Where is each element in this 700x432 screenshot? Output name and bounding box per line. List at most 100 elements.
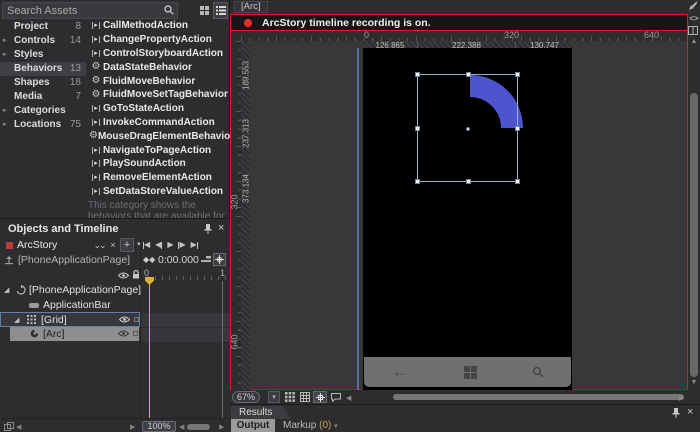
asset-category-shapes[interactable]: Shapes18 [0, 76, 86, 90]
chevron-down-icon[interactable]: ▾ [334, 423, 338, 430]
show-grid-icon[interactable] [283, 391, 297, 403]
storyboard-mode-icon[interactable] [4, 422, 15, 431]
keyframe-box-icon[interactable] [133, 331, 138, 336]
asset-item-datastatebehavior[interactable]: ⚙DataStateBehavior [86, 60, 230, 74]
asset-item-navigatetopageaction[interactable]: ▸NavigateToPageAction [86, 143, 230, 157]
expander-icon[interactable]: ▸ [3, 118, 12, 132]
asset-item-playsoundaction[interactable]: ▸PlaySoundAction [86, 157, 230, 171]
lock-icon[interactable] [132, 270, 140, 279]
delete-storyboard-icon[interactable]: × [107, 238, 119, 252]
pin-icon[interactable] [204, 224, 212, 234]
expander-icon[interactable]: ▸ [3, 34, 12, 48]
storyboard-dropdown-icon[interactable]: ▾ [135, 238, 143, 252]
asset-item-removeelementaction[interactable]: ▸RemoveElementAction [86, 171, 230, 185]
scroll-down-icon[interactable]: ▼ [689, 379, 699, 386]
asset-category-categories[interactable]: ▸Categories [0, 104, 86, 118]
list-view-button[interactable] [213, 2, 228, 19]
resize-handle[interactable] [515, 126, 520, 131]
pin-icon[interactable] [672, 408, 680, 418]
close-icon[interactable]: × [218, 222, 224, 234]
storyboard-root-item[interactable]: [PhoneApplicationPage] [4, 254, 130, 266]
close-icon[interactable]: × [687, 406, 693, 418]
scroll-right-icon[interactable]: ▶ [219, 423, 224, 431]
scroll-right-icon[interactable]: ▶ [679, 394, 684, 402]
tree-item-applicationbar[interactable]: ApplicationBar [0, 298, 140, 313]
go-to-first-frame-button[interactable]: ◀ [143, 240, 150, 250]
zoom-dropdown-icon[interactable]: ▾ [268, 391, 280, 403]
playhead-time[interactable]: 0:00.000 [158, 254, 199, 266]
asset-item-mousedragelementbehavior[interactable]: ⚙MouseDragElementBehavior [86, 129, 230, 143]
horizontal-scrollbar-thumb[interactable] [393, 394, 684, 400]
asset-category-media[interactable]: Media7 [0, 90, 86, 104]
search-input[interactable] [2, 2, 178, 19]
asset-item-fluidmovebehavior[interactable]: ⚙FluidMoveBehavior [86, 74, 230, 88]
asset-category-controls[interactable]: ▸Controls14 [0, 34, 86, 48]
timeline-zoom-level[interactable]: 100% [142, 421, 176, 432]
grid-row-annotation-strip[interactable]: 189.553 237.313 373.134 [241, 41, 250, 390]
timeline-scrollbar-thumb[interactable] [187, 424, 210, 430]
asset-item-setdatastorevalueaction[interactable]: ▸SetDataStoreValueAction [86, 185, 230, 199]
eye-icon[interactable] [118, 272, 129, 279]
grid-edge-adorner[interactable] [357, 48, 359, 390]
expander-icon[interactable]: ▸ [3, 48, 12, 62]
scroll-up-icon[interactable]: ▲ [689, 38, 699, 45]
resize-handle[interactable] [515, 179, 520, 184]
asset-category-locations[interactable]: ▸Locations75 [0, 118, 86, 132]
resize-handle[interactable] [415, 126, 420, 131]
grid-view-button[interactable] [197, 2, 212, 19]
snap-to-grid-icon[interactable] [298, 391, 312, 403]
new-storyboard-button[interactable]: + [120, 238, 134, 252]
scroll-left-icon[interactable]: ◀ [179, 423, 184, 431]
selection-adorner[interactable] [417, 74, 518, 182]
breadcrumb[interactable]: [Arc] [234, 1, 268, 13]
asset-item-callmethodaction[interactable]: ▸CallMethodAction [86, 19, 230, 33]
asset-item-controlstoryboardaction[interactable]: ▸ControlStoryboardAction [86, 47, 230, 61]
asset-item-changepropertyaction[interactable]: ▸ChangePropertyAction [86, 33, 230, 47]
resize-handle[interactable] [415, 72, 420, 77]
resize-handle[interactable] [466, 72, 471, 77]
asset-item-gotostateaction[interactable]: ▸GoToStateAction [86, 102, 230, 116]
previous-frame-button[interactable]: ◀ [155, 240, 162, 250]
artboard-zoom-level[interactable]: 67% [232, 391, 260, 403]
design-view-icon[interactable] [688, 1, 700, 11]
eye-icon[interactable] [119, 316, 130, 323]
record-keyframe-icon[interactable]: ◆◆ [143, 255, 155, 264]
scroll-left-icon[interactable]: ◀ [16, 423, 21, 431]
timeline-ruler[interactable]: 0 1 [141, 268, 230, 281]
tree-item-grid[interactable]: ◢ [Grid] [0, 312, 140, 327]
asset-category-styles[interactable]: ▸Styles [0, 48, 86, 62]
snap-to-snaplines-icon[interactable] [313, 391, 327, 403]
tree-item-arc[interactable]: [Arc] [0, 327, 140, 342]
resize-handle[interactable] [415, 179, 420, 184]
resize-handle[interactable] [466, 179, 471, 184]
play-button[interactable]: ▶ [167, 240, 173, 250]
annotations-icon[interactable] [329, 391, 342, 403]
tab-markup[interactable]: Markup (0) ▾ [277, 419, 344, 432]
vertical-scrollbar-thumb[interactable] [690, 93, 698, 377]
xaml-view-icon[interactable]: <> [688, 14, 700, 23]
scroll-right-icon[interactable]: ▶ [130, 423, 135, 431]
close-storyboard-chevrons-icon[interactable]: ⌄⌄ [92, 238, 106, 252]
split-view-icon[interactable] [688, 26, 700, 35]
asset-item-invokecommandaction[interactable]: ▸InvokeCommandAction [86, 116, 230, 130]
center-anchor-point[interactable] [466, 127, 470, 131]
design-surface[interactable]: ArcStory timeline recording is on. 0 320… [230, 14, 688, 390]
next-frame-button[interactable]: ▶ [178, 240, 185, 250]
go-to-last-frame-button[interactable]: ▶ [191, 240, 198, 250]
eye-icon[interactable] [118, 330, 129, 337]
keyframe-box-icon[interactable] [134, 317, 139, 322]
scroll-left-icon[interactable]: ◀ [346, 394, 351, 402]
expanded-triangle-icon[interactable]: ◢ [4, 286, 9, 294]
tree-item-phoneapplicationpage[interactable]: ◢ [PhoneApplicationPage] [0, 283, 140, 298]
asset-category-behaviors[interactable]: Behaviors13 [0, 62, 86, 76]
snapping-options-icon[interactable] [201, 256, 211, 263]
asset-item-fluidmovesettagbehavior[interactable]: ⚙FluidMoveSetTagBehavior [86, 88, 230, 102]
expander-icon[interactable]: ▸ [3, 104, 12, 118]
tab-output[interactable]: Output [231, 419, 275, 432]
tab-results[interactable]: Results [231, 406, 291, 419]
timeline-snap-toggle[interactable] [213, 253, 226, 266]
expanded-triangle-icon[interactable]: ◢ [14, 316, 19, 324]
resize-handle[interactable] [515, 72, 520, 77]
storyboard-name[interactable]: ArcStory [17, 238, 57, 252]
asset-category-project[interactable]: Project8 [0, 20, 86, 34]
